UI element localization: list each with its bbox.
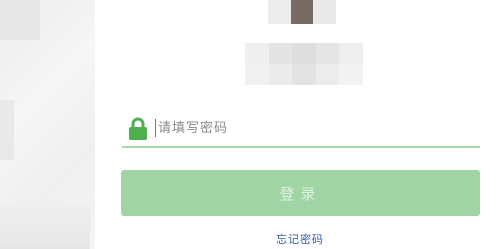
background-left-panel [0,0,95,249]
lock-icon [128,117,148,141]
username-pixel [292,43,316,64]
username-blurred [245,43,363,85]
background-shape [0,100,14,160]
avatar-pixel [290,0,314,24]
username-pixel [245,43,269,64]
forgot-password-link[interactable]: 忘记密码 [260,231,340,247]
username-pixel [268,64,293,85]
username-pixel [245,64,269,85]
password-field[interactable] [122,112,480,148]
background-shape [0,0,40,40]
avatar [268,0,336,24]
background-shape [0,205,90,249]
text-cursor [155,119,156,137]
login-button[interactable]: 登录 [121,170,480,216]
username-pixel [339,43,363,64]
username-pixel [268,43,293,64]
avatar-pixel [313,0,336,24]
username-pixel [315,43,340,64]
username-pixel [292,64,316,85]
avatar-pixel [268,0,291,24]
username-pixel [315,64,340,85]
username-pixel [339,64,363,85]
password-input[interactable] [158,116,458,140]
